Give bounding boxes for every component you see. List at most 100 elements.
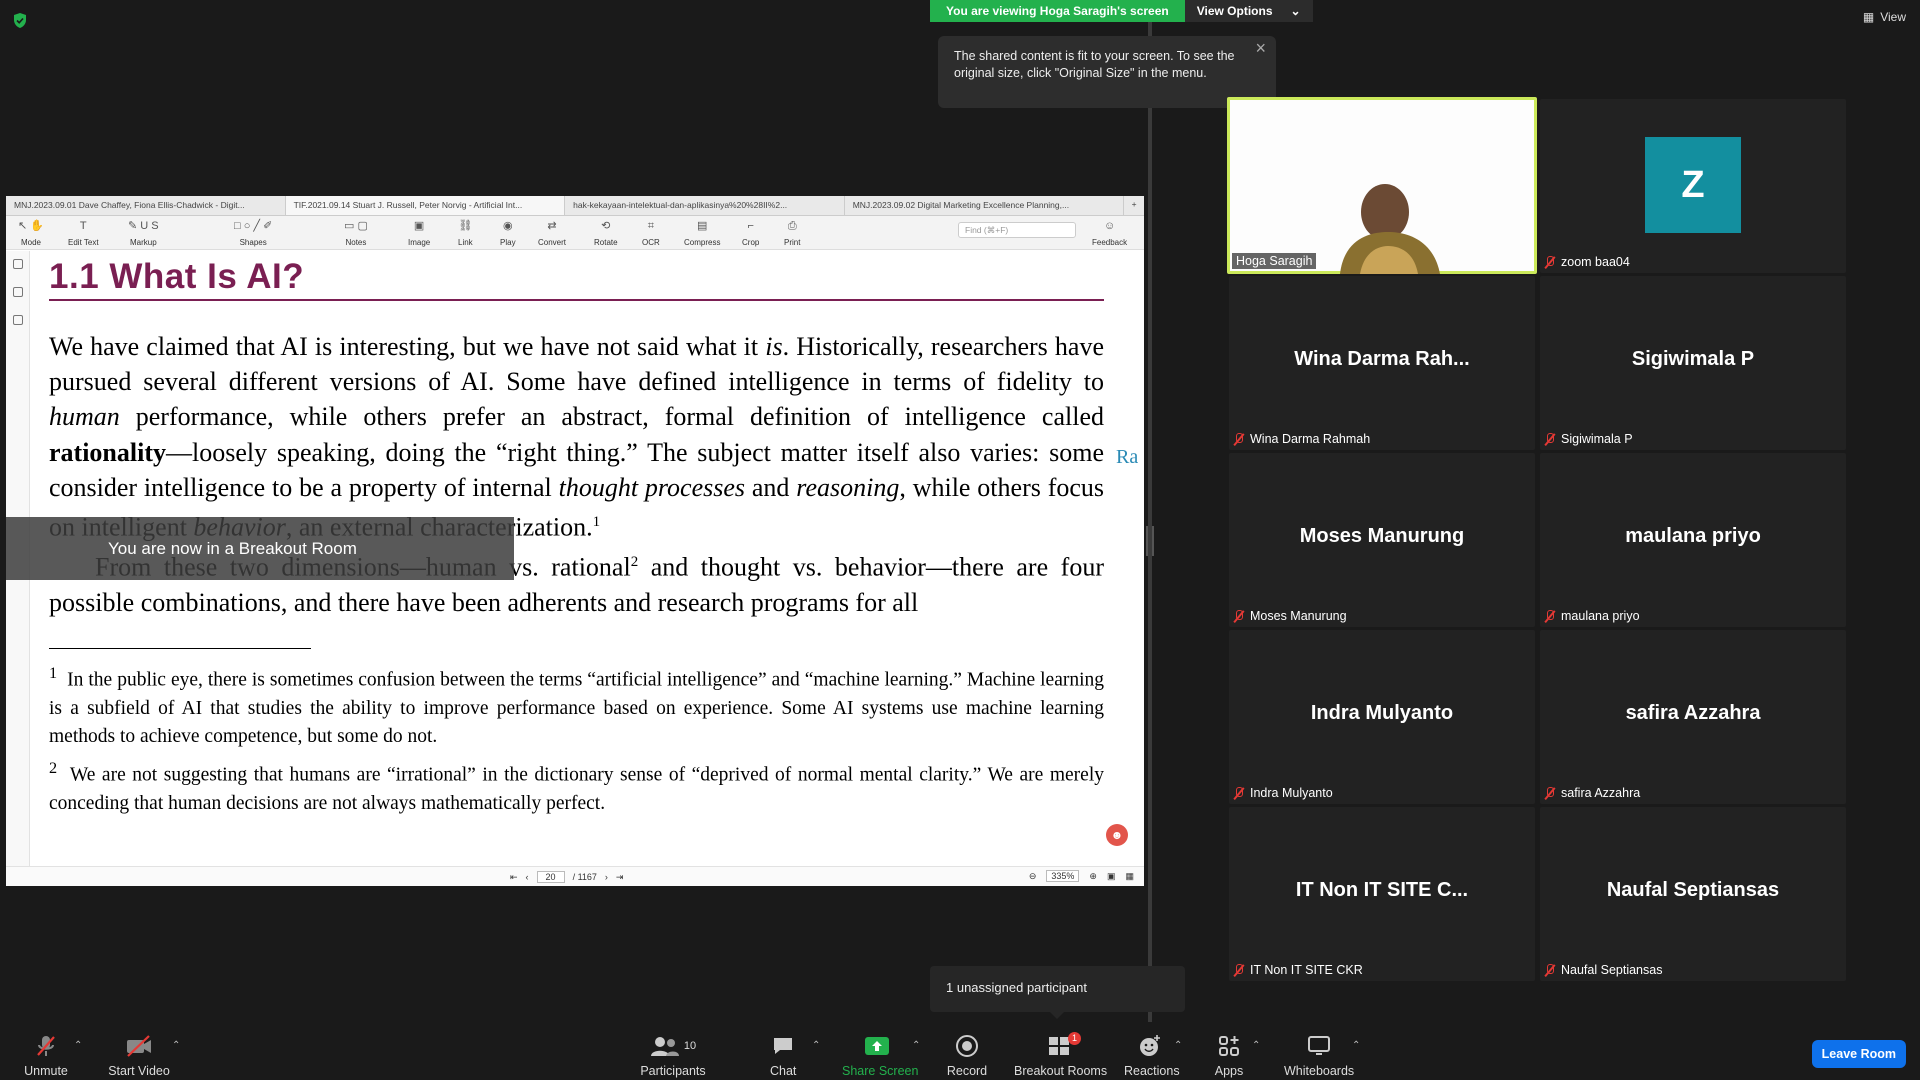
zoom-out-icon[interactable]: ⊖ — [1029, 871, 1037, 882]
start-video-button[interactable]: Start Video — [106, 1034, 172, 1078]
split-drag-handle[interactable] — [1146, 526, 1154, 556]
video-tile[interactable]: Naufal Septiansas Naufal Septiansas — [1540, 807, 1846, 981]
breakout-rooms-icon: 1 — [1014, 1032, 1104, 1058]
apps-icon — [1214, 1034, 1244, 1058]
pdf-tab[interactable]: hak-kekayaan-intelektual-dan-aplikasinya… — [565, 196, 845, 215]
tool-convert[interactable]: ⇄ Convert — [538, 218, 566, 247]
participant-name: safira Azzahra — [1625, 702, 1761, 724]
whiteboards-options-caret[interactable]: ⌃ — [1352, 1040, 1360, 1051]
markup-icon: ✎ U S — [128, 220, 159, 232]
cursor-icon: ↖ ✋ — [18, 220, 44, 232]
video-tile[interactable]: Z zoom baa04 — [1540, 99, 1846, 273]
participant-label: IT Non IT SITE CKR — [1233, 963, 1363, 977]
reactions-options-caret[interactable]: ⌃ — [1174, 1040, 1182, 1051]
whiteboard-icon — [1284, 1034, 1354, 1058]
apps-button[interactable]: Apps — [1214, 1034, 1244, 1078]
apps-options-caret[interactable]: ⌃ — [1252, 1040, 1260, 1051]
unmute-button[interactable]: Unmute — [22, 1034, 70, 1078]
tool-link[interactable]: ⛓ Link — [458, 218, 473, 247]
tool-rotate[interactable]: ⟲ Rotate — [594, 218, 618, 247]
share-divider — [1148, 22, 1152, 1022]
video-tile[interactable]: Moses Manurung Moses Manurung — [1229, 453, 1535, 627]
tool-shapes[interactable]: □ ○ ╱ ✐ Shapes — [234, 218, 272, 247]
comments-icon[interactable] — [12, 315, 23, 325]
tool-markup[interactable]: ✎ U S Markup — [128, 218, 159, 247]
audio-options-caret[interactable]: ⌃ — [74, 1040, 82, 1051]
reactions-button[interactable]: Reactions — [1124, 1034, 1180, 1078]
unassigned-participant-popup[interactable]: 1 unassigned participant — [930, 966, 1185, 1019]
zoom-select[interactable]: 335% — [1046, 870, 1080, 882]
pdf-tab-active[interactable]: TIF.2021.09.14 Stuart J. Russell, Peter … — [285, 196, 566, 215]
tool-play[interactable]: ◉ Play — [500, 218, 516, 247]
tool-print[interactable]: ⎙ Print — [784, 218, 800, 247]
crop-icon: ⌐ — [747, 220, 754, 232]
tool-edit-text[interactable]: T Edit Text — [68, 218, 99, 247]
prev-page-icon[interactable]: ‹ — [526, 872, 529, 882]
view-options-button[interactable]: View Options ⌄ — [1184, 0, 1313, 22]
tool-feedback[interactable]: ☺ Feedback — [1092, 218, 1127, 247]
video-tile[interactable]: IT Non IT SITE C... IT Non IT SITE CKR — [1229, 807, 1535, 981]
first-page-icon[interactable]: ⇤ — [510, 872, 518, 883]
video-tile-active-speaker[interactable]: Hoga Saragih — [1227, 97, 1537, 274]
leave-room-button[interactable]: Leave Room — [1811, 1040, 1906, 1068]
bookmark-icon[interactable] — [12, 287, 23, 297]
rotate-icon: ⟲ — [601, 220, 611, 232]
participant-label: Moses Manurung — [1233, 609, 1347, 623]
mic-muted-icon — [1544, 432, 1555, 446]
next-page-icon[interactable]: › — [605, 872, 608, 882]
chat-button[interactable]: Chat — [770, 1034, 796, 1078]
record-button[interactable]: Record — [946, 1034, 988, 1078]
footnote-2: 2 We are not suggesting that humans are … — [49, 758, 1104, 814]
video-tile[interactable]: maulana priyo maulana priyo — [1540, 453, 1846, 627]
participant-label: maulana priyo — [1544, 609, 1640, 623]
tool-crop[interactable]: ⌐ Crop — [742, 218, 759, 247]
chat-options-caret[interactable]: ⌃ — [812, 1040, 820, 1051]
video-tile[interactable]: Wina Darma Rah... Wina Darma Rahmah — [1229, 276, 1535, 450]
assistant-icon[interactable]: ☻ — [1106, 824, 1128, 846]
footnote-rule — [49, 647, 311, 649]
participant-label: Hoga Saragih — [1232, 253, 1317, 269]
thumbnails-icon[interactable] — [12, 259, 23, 269]
close-icon[interactable]: × — [1255, 39, 1266, 57]
breakout-rooms-button[interactable]: 1 Breakout Rooms — [1014, 1032, 1107, 1078]
participant-name: IT Non IT SITE C... — [1295, 879, 1469, 901]
pdf-tab[interactable]: MNJ.2023.09.01 Dave Chaffey, Fiona Ellis… — [6, 196, 286, 215]
tool-ocr[interactable]: ⌗ OCR — [642, 218, 660, 247]
participant-name: Moses Manurung — [1299, 525, 1465, 547]
participants-count: 10 — [683, 1040, 697, 1052]
tool-mode[interactable]: ↖ ✋ Mode — [18, 218, 44, 247]
share-screen-button[interactable]: Share Screen — [842, 1034, 918, 1078]
page-number-input[interactable]: 20 — [536, 871, 565, 883]
participant-label: Wina Darma Rahmah — [1233, 432, 1370, 446]
pdf-tab[interactable]: MNJ.2023.09.02 Digital Marketing Excelle… — [845, 196, 1125, 215]
video-tile[interactable]: Sigiwimala P Sigiwimala P — [1540, 276, 1846, 450]
participant-label: zoom baa04 — [1544, 255, 1630, 269]
last-page-icon[interactable]: ⇥ — [616, 872, 624, 883]
grid-layout-icon[interactable]: ▦ — [1125, 871, 1134, 882]
tool-compress[interactable]: ▤ Compress — [684, 218, 720, 247]
zoom-in-icon[interactable]: ⊕ — [1089, 871, 1097, 882]
security-shield-icon[interactable] — [12, 12, 28, 29]
video-tile[interactable]: safira Azzahra safira Azzahra — [1540, 630, 1846, 804]
mic-muted-icon — [1544, 963, 1555, 977]
image-icon: ▣ — [413, 220, 425, 232]
participant-name: Sigiwimala P — [1631, 348, 1755, 370]
participants-icon: 10 — [640, 1034, 706, 1058]
share-options-caret[interactable]: ⌃ — [912, 1040, 920, 1051]
speaker-video-feed — [1340, 184, 1440, 274]
share-screen-icon — [842, 1034, 912, 1058]
mic-muted-icon — [1233, 963, 1244, 977]
whiteboards-button[interactable]: Whiteboards — [1284, 1034, 1354, 1078]
mic-muted-icon — [1544, 255, 1555, 269]
tool-notes[interactable]: ▭ ▢ Notes — [344, 218, 368, 247]
view-button[interactable]: ▦ View — [1863, 10, 1906, 24]
find-input[interactable]: Find (⌘+F) — [958, 222, 1076, 238]
tool-image[interactable]: ▣ Image — [408, 218, 430, 247]
chevron-down-icon: ⌄ — [1290, 4, 1301, 18]
fit-page-icon[interactable]: ▣ — [1107, 871, 1116, 882]
video-options-caret[interactable]: ⌃ — [172, 1040, 180, 1051]
participants-button[interactable]: 10 Participants — [640, 1034, 706, 1078]
new-tab-icon[interactable]: + — [1124, 196, 1144, 215]
page-navigation: ⇤ ‹ 20 / 1167 › ⇥ — [510, 871, 623, 883]
video-tile[interactable]: Indra Mulyanto Indra Mulyanto — [1229, 630, 1535, 804]
